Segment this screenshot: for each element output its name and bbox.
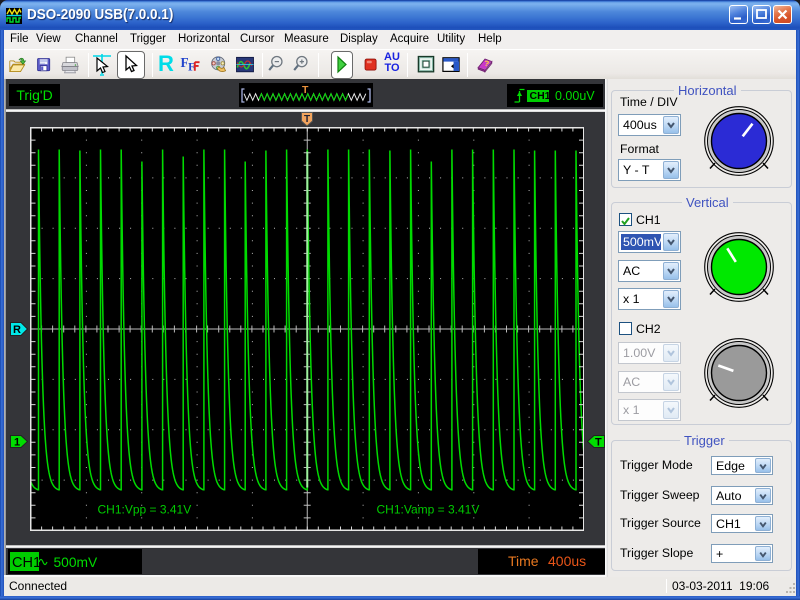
svg-text:T: T: [304, 114, 310, 125]
svg-text:500mV: 500mV: [54, 555, 99, 570]
svg-text:R: R: [13, 324, 21, 336]
svg-text:1: 1: [14, 437, 20, 449]
svg-text:CH1: CH1: [530, 90, 551, 102]
svg-text:0.00uV: 0.00uV: [555, 89, 595, 103]
svg-text:CH1:Vamp = 3.41V: CH1:Vamp = 3.41V: [376, 503, 479, 517]
svg-text:CH1: CH1: [12, 555, 41, 571]
svg-text:CH1:Vpp = 3.41V: CH1:Vpp = 3.41V: [97, 503, 191, 517]
svg-text:T: T: [595, 437, 602, 449]
